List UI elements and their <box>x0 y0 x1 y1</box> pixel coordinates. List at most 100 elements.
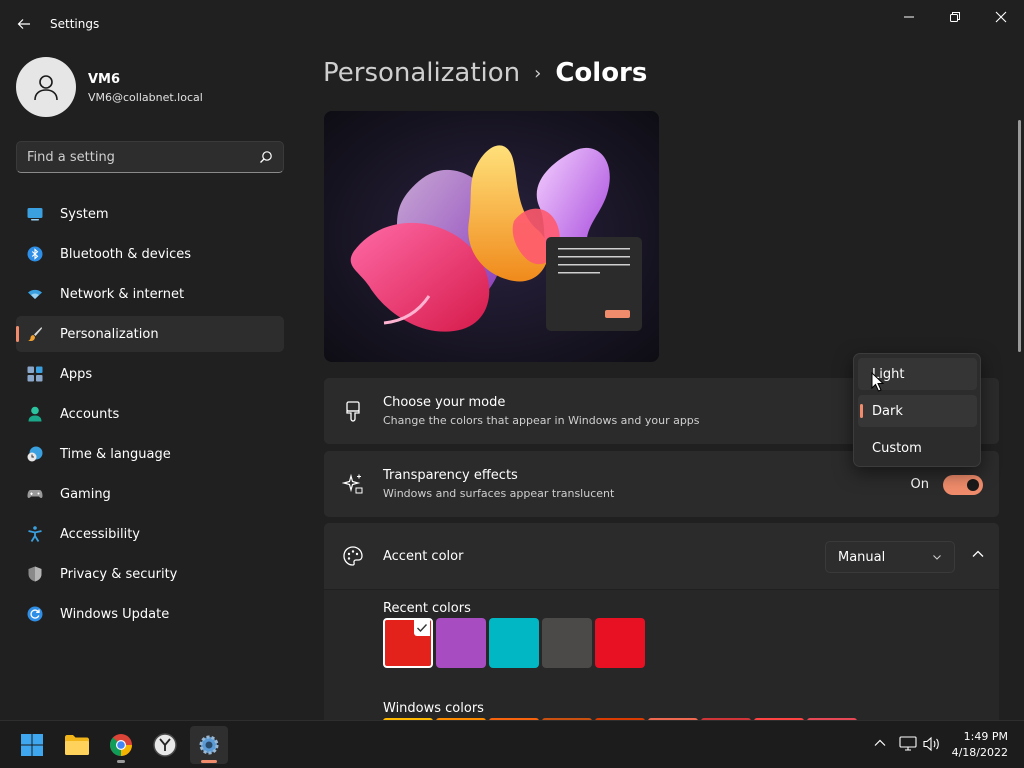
chrome-icon <box>110 734 132 756</box>
windows-colors-label: Windows colors <box>383 701 484 716</box>
taskbar-file-explorer[interactable] <box>58 726 96 764</box>
breadcrumb-parent[interactable]: Personalization <box>323 58 520 88</box>
user-name: VM6 <box>88 72 121 87</box>
sidebar-item-system[interactable]: System <box>16 196 284 232</box>
breadcrumb-separator: › <box>534 62 542 84</box>
mode-option-custom[interactable]: Custom <box>858 432 977 464</box>
taskbar-chrome[interactable] <box>102 726 140 764</box>
toggle-state-label: On <box>910 477 929 492</box>
maximize-button[interactable] <box>932 4 978 30</box>
person-icon <box>34 75 58 101</box>
recent-color-swatch[interactable] <box>595 618 645 668</box>
scrollbar[interactable] <box>1018 120 1021 352</box>
checkmark-icon <box>414 620 430 636</box>
recent-color-swatch[interactable] <box>383 618 433 668</box>
gamepad-icon <box>27 490 43 498</box>
sidebar-item-bluetooth-devices[interactable]: Bluetooth & devices <box>16 236 284 272</box>
accent-select-value: Manual <box>838 549 886 565</box>
page-title: Colors <box>555 58 648 88</box>
search-input[interactable] <box>17 142 247 172</box>
wallpaper-bloom-image <box>324 111 659 362</box>
sidebar-item-label: Privacy & security <box>60 566 178 582</box>
monitor-icon <box>27 208 43 221</box>
restore-icon <box>950 12 960 22</box>
accent-mode-select[interactable]: Manual <box>825 541 955 573</box>
clock-globe-icon <box>27 446 43 462</box>
taskbar-clock-app[interactable] <box>146 726 184 764</box>
volume-icon[interactable] <box>923 736 941 752</box>
minimize-icon <box>904 16 914 18</box>
arrow-left-icon <box>17 19 30 29</box>
close-button[interactable] <box>978 4 1024 30</box>
settings-icon <box>199 735 219 755</box>
taskbar-settings[interactable] <box>190 726 228 764</box>
start-button[interactable] <box>13 726 51 764</box>
close-icon <box>995 11 1007 23</box>
sidebar-item-accessibility[interactable]: Accessibility <box>16 516 284 552</box>
user-profile[interactable]: VM6 VM6@collabnet.local <box>16 57 286 117</box>
taskbar: 1:49 PM 4/18/2022 <box>0 720 1024 768</box>
chevron-up-icon[interactable] <box>873 736 887 750</box>
sidebar-item-network-internet[interactable]: Network & internet <box>16 276 284 312</box>
breadcrumb: Personalization › Colors <box>323 58 647 88</box>
bluetooth-icon <box>27 246 43 262</box>
sidebar-item-label: Time & language <box>60 446 171 462</box>
sidebar-item-windows-update[interactable]: Windows Update <box>16 596 284 632</box>
update-icon <box>27 606 43 622</box>
shield-icon <box>28 566 42 582</box>
brush-icon <box>28 327 42 342</box>
mode-dropdown: Light Dark Custom <box>853 353 981 467</box>
sidebar-item-apps[interactable]: Apps <box>16 356 284 392</box>
transparency-description: Windows and surfaces appear translucent <box>383 487 615 500</box>
mode-title: Choose your mode <box>383 395 506 410</box>
person-icon <box>28 406 42 422</box>
sidebar-item-time-language[interactable]: Time & language <box>16 436 284 472</box>
user-email: VM6@collabnet.local <box>88 91 203 104</box>
sidebar-nav: System Bluetooth & devices Network & int… <box>16 196 284 636</box>
app-title: Settings <box>50 17 100 31</box>
sidebar-item-label: Network & internet <box>60 286 185 302</box>
file-explorer-icon <box>65 735 89 755</box>
sidebar-item-privacy-security[interactable]: Privacy & security <box>16 556 284 592</box>
paintbrush-icon <box>346 401 360 422</box>
title-bar: Settings <box>0 0 1024 48</box>
recent-color-swatch[interactable] <box>489 618 539 668</box>
clock-time: 1:49 PM <box>963 730 1008 743</box>
sidebar-item-label: Apps <box>60 366 93 382</box>
accent-title: Accent color <box>383 549 464 564</box>
minimize-button[interactable] <box>886 4 932 30</box>
recent-color-swatch[interactable] <box>436 618 486 668</box>
search-icon[interactable] <box>259 150 273 164</box>
recent-colors-label: Recent colors <box>383 601 471 616</box>
sidebar-item-label: Accessibility <box>60 526 140 542</box>
sidebar-item-label: System <box>60 206 109 222</box>
sidebar-item-label: Bluetooth & devices <box>60 246 191 262</box>
theme-preview <box>324 111 659 362</box>
accessibility-icon <box>28 526 42 542</box>
back-button[interactable] <box>10 10 38 38</box>
sidebar-item-label: Gaming <box>60 486 111 502</box>
mouse-pointer-icon <box>871 372 885 392</box>
recent-color-swatch[interactable] <box>542 618 592 668</box>
sidebar-item-gaming[interactable]: Gaming <box>16 476 284 512</box>
sidebar-item-personalization[interactable]: Personalization <box>16 316 284 352</box>
apps-icon <box>27 366 43 382</box>
wifi-icon <box>28 289 42 299</box>
accent-color-card[interactable]: Accent color Manual <box>324 523 999 589</box>
sidebar-item-label: Personalization <box>60 326 159 342</box>
chevron-down-icon <box>933 555 941 560</box>
sidebar-item-label: Accounts <box>60 406 120 422</box>
chevron-up-icon[interactable] <box>971 547 985 561</box>
system-clock[interactable]: 1:49 PM 4/18/2022 <box>952 729 1008 761</box>
clock-app-icon <box>153 733 177 757</box>
network-icon[interactable] <box>899 736 917 752</box>
avatar <box>16 57 76 117</box>
search-box[interactable] <box>16 141 284 173</box>
sidebar-item-label: Windows Update <box>60 606 170 622</box>
clock-date: 4/18/2022 <box>951 746 1008 759</box>
mode-option-dark[interactable]: Dark <box>858 395 977 427</box>
mode-description: Change the colors that appear in Windows… <box>383 414 700 427</box>
transparency-toggle[interactable] <box>943 475 983 495</box>
sidebar-item-accounts[interactable]: Accounts <box>16 396 284 432</box>
start-icon <box>21 734 43 756</box>
